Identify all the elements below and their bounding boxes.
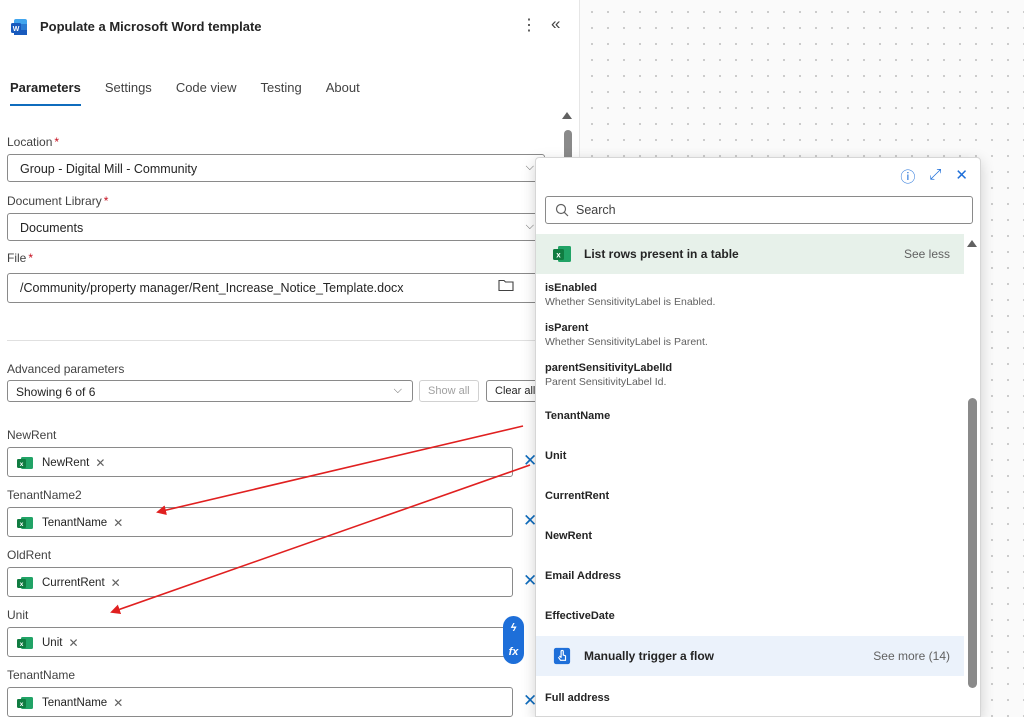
remove-token-icon[interactable]: ✕ [113, 696, 123, 710]
dynamic-item-newrent[interactable]: NewRent [545, 530, 592, 542]
location-dropdown[interactable]: Group - Digital Mill - Community ⌵ [7, 154, 545, 182]
excel-icon: x [553, 246, 571, 262]
dynamic-item-full-address[interactable]: Full address [545, 692, 610, 704]
tab-about[interactable]: About [326, 80, 360, 106]
tab-bar: Parameters Settings Code view Testing Ab… [10, 80, 384, 106]
tab-parameters[interactable]: Parameters [10, 80, 81, 106]
token-label: Unit [42, 637, 63, 649]
param-input-tenantname[interactable]: x TenantName ✕ [7, 687, 513, 717]
param-label-newrent: NewRent [7, 428, 57, 442]
location-value: Group - Digital Mill - Community [20, 162, 198, 176]
popup-toolbar: ⓘ ⤢ ✕ [900, 166, 968, 187]
remove-token-icon[interactable]: ✕ [113, 516, 123, 530]
excel-icon: x [17, 577, 33, 589]
manual-trigger-icon [553, 647, 571, 665]
excel-icon: x [17, 517, 33, 529]
remove-token-icon[interactable]: ✕ [95, 456, 105, 470]
tab-settings[interactable]: Settings [105, 80, 152, 106]
param-label-tenantname2: TenantName2 [7, 488, 82, 502]
word-icon: W [11, 19, 27, 35]
dynamic-item-isparent[interactable]: isParent Whether SensitivityLabel is Pare… [545, 322, 708, 348]
panel-scroll-up-arrow[interactable] [562, 112, 572, 119]
document-library-label: Document Library * [7, 194, 109, 208]
info-icon[interactable]: ⓘ [900, 166, 915, 187]
svg-text:x: x [20, 701, 24, 708]
search-placeholder: Search [576, 203, 616, 217]
more-options-icon[interactable]: ⋮ [521, 15, 537, 35]
expression-icon[interactable]: fx [503, 640, 524, 664]
excel-icon: x [17, 637, 33, 649]
chevron-down-icon: ⌵ [525, 161, 534, 173]
dynamic-item-unit[interactable]: Unit [545, 450, 566, 462]
dynamic-item-parentsensitivitylabelid[interactable]: parentSensitivityLabelId Parent Sensitivi… [545, 362, 672, 388]
svg-text:x: x [20, 461, 24, 468]
dynamic-item-email-address[interactable]: Email Address [545, 570, 621, 582]
svg-text:x: x [20, 521, 24, 528]
token-chip: x CurrentRent ✕ [16, 573, 121, 593]
excel-icon: x [17, 697, 33, 709]
section-divider [7, 340, 572, 341]
excel-section-header[interactable]: x List rows present in a table See less [536, 234, 964, 274]
param-label-unit: Unit [7, 608, 29, 622]
see-less-link[interactable]: See less [904, 247, 950, 261]
svg-text:x: x [556, 251, 561, 260]
close-icon[interactable]: ✕ [955, 166, 968, 187]
insert-content-toggle: ϟ fx [503, 616, 524, 664]
file-path-input[interactable]: /Community/property manager/Rent_Increas… [7, 273, 545, 303]
token-chip: x NewRent ✕ [16, 453, 105, 473]
search-input[interactable]: Search [545, 196, 973, 224]
token-label: NewRent [42, 457, 90, 469]
manual-trigger-section-header[interactable]: Manually trigger a flow See more (14) [536, 636, 964, 676]
dynamic-content-popup: ⓘ ⤢ ✕ Search x List rows present in a ta… [535, 157, 981, 717]
action-config-panel: W Populate a Microsoft Word template ⋮ «… [0, 0, 580, 717]
document-library-value: Documents [20, 221, 84, 235]
advanced-parameters-dropdown[interactable]: Showing 6 of 6 ⌵ [7, 380, 413, 402]
param-input-oldrent[interactable]: x CurrentRent ✕ [7, 567, 513, 597]
svg-text:x: x [20, 581, 24, 588]
dynamic-content-icon[interactable]: ϟ [503, 616, 524, 640]
file-path-value: /Community/property manager/Rent_Increas… [20, 281, 404, 295]
show-all-button[interactable]: Show all [419, 380, 479, 402]
chevron-down-icon: ⌵ [393, 384, 402, 396]
param-label-tenantname: TenantName [7, 668, 76, 682]
excel-icon: x [17, 457, 33, 469]
dynamic-item-isenabled[interactable]: isEnabled Whether SensitivityLabel is Ena… [545, 282, 715, 308]
popup-scrollbar-thumb[interactable] [968, 398, 977, 688]
remove-token-icon[interactable]: ✕ [68, 636, 78, 650]
token-label: TenantName [42, 697, 108, 709]
folder-icon[interactable] [498, 278, 514, 292]
advanced-parameters-label: Advanced parameters [7, 362, 125, 376]
svg-text:x: x [20, 641, 24, 648]
dynamic-item-effectivedate[interactable]: EffectiveDate [545, 610, 615, 622]
param-input-newrent[interactable]: x NewRent ✕ [7, 447, 513, 477]
dynamic-item-tenantname[interactable]: TenantName [545, 410, 610, 422]
tab-code-view[interactable]: Code view [176, 80, 237, 106]
popup-scroll-up-arrow[interactable] [967, 240, 977, 247]
advanced-parameters-value: Showing 6 of 6 [16, 385, 96, 399]
remove-token-icon[interactable]: ✕ [111, 576, 121, 590]
chevron-down-icon: ⌵ [525, 220, 534, 232]
panel-title: Populate a Microsoft Word template [40, 19, 262, 34]
param-input-unit[interactable]: x Unit ✕ [7, 627, 513, 657]
document-library-dropdown[interactable]: Documents ⌵ [7, 213, 545, 241]
file-label: File * [7, 251, 34, 265]
collapse-panel-icon[interactable]: « [551, 14, 560, 34]
location-label: Location * [7, 135, 60, 149]
param-input-tenantname2[interactable]: x TenantName ✕ [7, 507, 513, 537]
param-label-oldrent: OldRent [7, 548, 52, 562]
dynamic-item-currentrent[interactable]: CurrentRent [545, 490, 609, 502]
see-more-link[interactable]: See more (14) [873, 649, 950, 663]
token-chip: x TenantName ✕ [16, 513, 123, 533]
token-chip: x TenantName ✕ [16, 693, 123, 713]
token-chip: x Unit ✕ [16, 633, 79, 653]
excel-section-title: List rows present in a table [584, 247, 739, 261]
search-icon [555, 203, 569, 217]
manual-trigger-section-title: Manually trigger a flow [584, 649, 715, 663]
token-label: TenantName [42, 517, 108, 529]
expand-icon[interactable]: ⤢ [929, 166, 941, 187]
token-label: CurrentRent [42, 577, 105, 589]
tab-testing[interactable]: Testing [261, 80, 302, 106]
svg-text:W: W [13, 26, 20, 33]
